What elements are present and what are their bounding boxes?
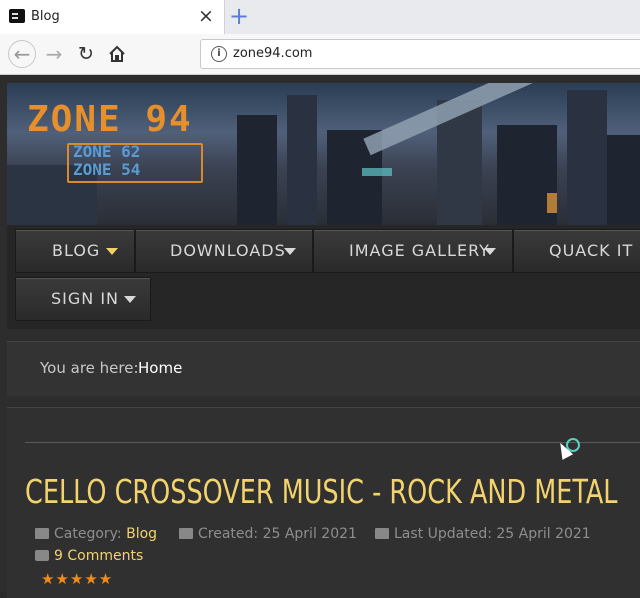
- nav-item-blog[interactable]: BLOG: [15, 229, 135, 273]
- nav-item-label: DOWNLOADS: [170, 241, 286, 260]
- comments-link[interactable]: 9 Comments: [54, 548, 143, 564]
- rating-stars[interactable]: ★★★★★: [41, 570, 113, 588]
- banner-building: [237, 115, 277, 225]
- article-category: Category: Blog: [35, 526, 157, 542]
- web-page: ZONE 94 ZONE 62 ZONE 54 BLOG DOWNLOADS I…: [0, 75, 640, 598]
- article-updated: Last Updated: 25 April 2021: [375, 526, 591, 542]
- calendar-icon: [375, 528, 389, 539]
- reload-icon[interactable]: ↻: [74, 42, 98, 66]
- calendar-icon: [179, 528, 193, 539]
- logo-subtitle: ZONE 62 ZONE 54: [73, 143, 140, 179]
- chevron-down-icon: [484, 248, 496, 255]
- divider: [25, 442, 640, 443]
- comment-icon: [35, 550, 49, 561]
- category-label: Category:: [54, 526, 122, 542]
- chevron-down-icon: [124, 296, 136, 303]
- new-tab-icon[interactable]: +: [229, 2, 249, 30]
- article: CELLO CROSSOVER MUSIC - ROCK AND METAL C…: [7, 407, 640, 598]
- main-nav: BLOG DOWNLOADS IMAGE GALLERY QUACK IT SI…: [7, 225, 640, 329]
- nav-item-label: IMAGE GALLERY: [349, 241, 490, 260]
- nav-item-label: QUACK IT: [549, 241, 634, 260]
- article-created: Created: 25 April 2021: [179, 526, 357, 542]
- category-link[interactable]: Blog: [126, 526, 157, 542]
- site-favicon-icon: [9, 9, 25, 23]
- site-banner[interactable]: ZONE 94 ZONE 62 ZONE 54: [7, 83, 640, 225]
- breadcrumb-home-link[interactable]: Home: [138, 359, 182, 377]
- banner-light: [547, 193, 557, 213]
- home-icon[interactable]: [105, 42, 129, 66]
- close-icon[interactable]: ×: [198, 5, 214, 27]
- tab-title: Blog: [31, 9, 60, 24]
- nav-item-sign-in[interactable]: SIGN IN: [15, 277, 151, 321]
- forward-icon[interactable]: →: [42, 42, 66, 66]
- banner-building: [567, 90, 607, 225]
- site-info-icon[interactable]: i: [211, 46, 227, 62]
- banner-building: [607, 135, 640, 225]
- article-title[interactable]: CELLO CROSSOVER MUSIC - ROCK AND METAL: [25, 472, 618, 511]
- nav-item-label: SIGN IN: [51, 289, 120, 308]
- tab-strip: Blog × +: [0, 0, 640, 34]
- updated-date: Last Updated: 25 April 2021: [394, 526, 591, 542]
- folder-icon: [35, 528, 49, 539]
- chevron-down-icon: [106, 248, 118, 255]
- nav-item-label: BLOG: [52, 241, 101, 260]
- logo-subtitle-line: ZONE 54: [73, 160, 141, 179]
- article-comments: 9 Comments: [35, 548, 143, 564]
- breadcrumb: You are here: Home: [7, 341, 640, 396]
- browser-tab[interactable]: Blog ×: [0, 0, 225, 34]
- nav-item-quack-it[interactable]: QUACK IT: [513, 229, 640, 273]
- nav-item-image-gallery[interactable]: IMAGE GALLERY: [313, 229, 513, 273]
- url-text[interactable]: zone94.com: [233, 46, 312, 61]
- browser-toolbar: ← → ↻ i zone94.com: [0, 34, 640, 75]
- nav-item-downloads[interactable]: DOWNLOADS: [135, 229, 313, 273]
- breadcrumb-label: You are here:: [40, 359, 139, 377]
- chevron-down-icon: [284, 248, 296, 255]
- address-bar[interactable]: i zone94.com: [200, 39, 640, 69]
- created-date: Created: 25 April 2021: [198, 526, 357, 542]
- banner-building: [287, 95, 317, 225]
- back-icon[interactable]: ←: [8, 40, 36, 68]
- site-logo[interactable]: ZONE 94: [27, 99, 193, 140]
- logo-subtitle-line: ZONE 62: [73, 142, 141, 161]
- banner-light: [362, 168, 392, 176]
